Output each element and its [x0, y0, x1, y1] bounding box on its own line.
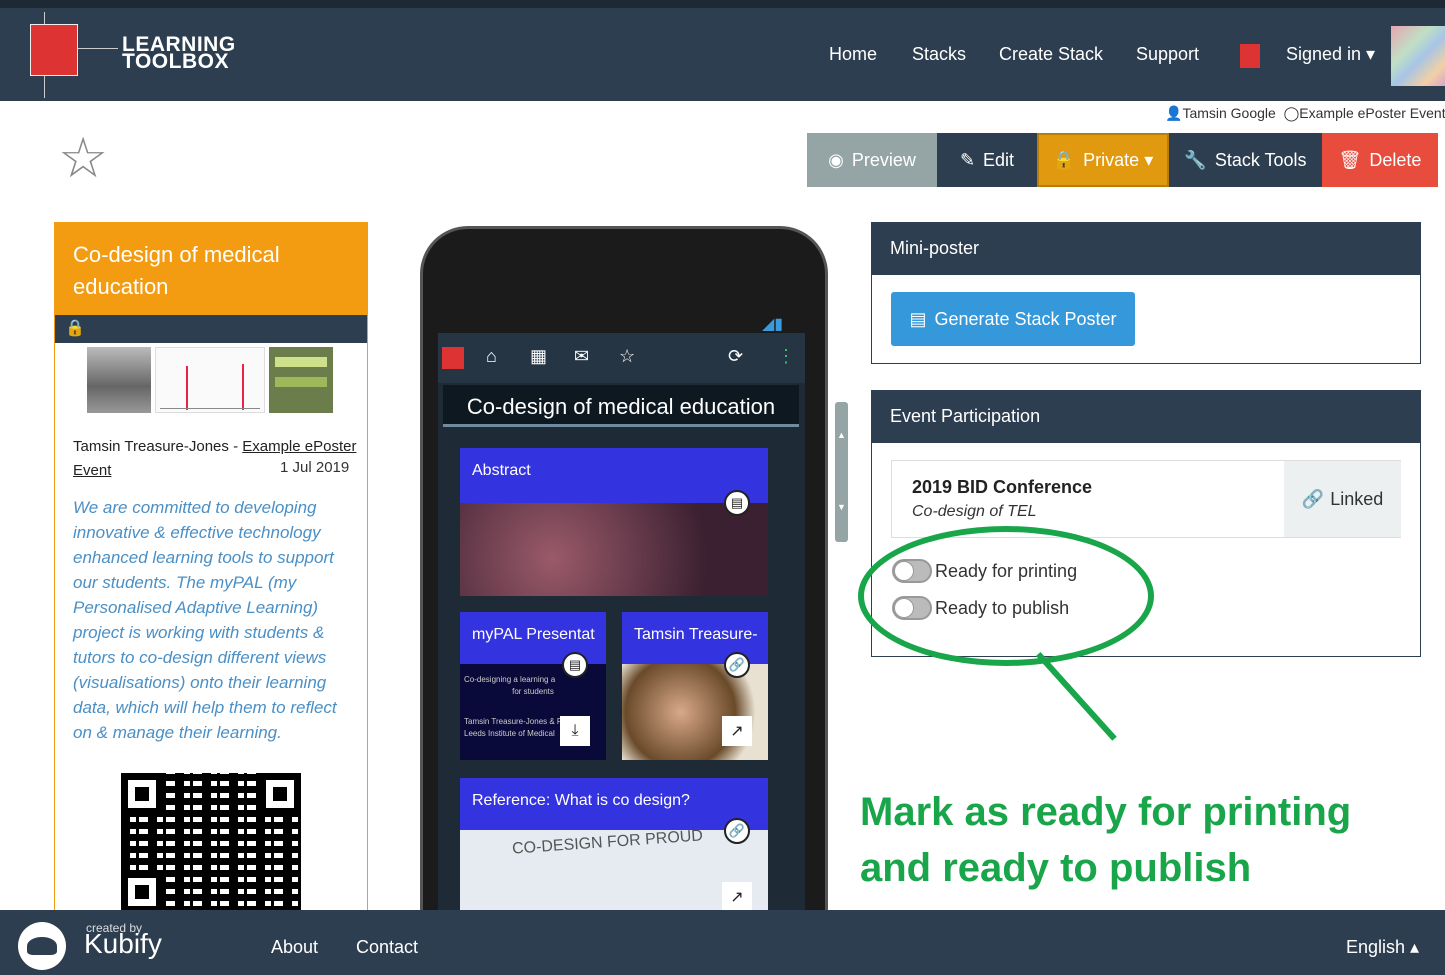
event-name: 2019 BID Conference	[912, 477, 1093, 497]
preview-button[interactable]: ◉ Preview	[807, 133, 937, 187]
link-icon: 🔗	[1301, 488, 1325, 509]
app-logo-text[interactable]: LEARNING TOOLBOX	[122, 34, 236, 73]
external-link-icon[interactable]: ↗	[722, 716, 752, 746]
document-icon: ▤	[724, 490, 750, 516]
edit-label: Edit	[983, 149, 1015, 170]
stack-thumbnails	[87, 347, 337, 413]
annotation-pointer-line	[1036, 651, 1117, 741]
stack-description: We are committed to developing innovativ…	[73, 498, 337, 742]
user-icon: 👤	[1165, 105, 1183, 121]
generate-poster-label: Generate Stack Poster	[934, 308, 1117, 329]
tile-reference-label: Reference: What is co design?	[472, 792, 690, 809]
wrench-icon: 🔧	[1184, 149, 1207, 170]
stack-tools-label: Stack Tools	[1214, 149, 1307, 170]
delete-label: Delete	[1369, 149, 1422, 170]
qr-code[interactable]	[121, 773, 301, 913]
footer	[0, 910, 1445, 975]
edit-button[interactable]: ✎ Edit	[937, 133, 1037, 187]
edit-icon: ✎	[959, 149, 976, 170]
slide-line2: for students	[512, 687, 554, 696]
toolbox-icon[interactable]	[442, 347, 464, 369]
delete-button[interactable]: 🗑 Delete	[1322, 133, 1438, 187]
generate-stack-poster-button[interactable]: ▤ Generate Stack Poster	[891, 292, 1135, 346]
event-item: 2019 BID Conference Co-design of TEL 🔗 Li…	[891, 460, 1401, 538]
qr-finder	[259, 773, 301, 815]
owner-user-name: Tamsin Google	[1182, 105, 1276, 121]
tile-tamsin-label: Tamsin Treasure-	[634, 626, 758, 643]
owner-event-name: Example ePoster Event	[1299, 105, 1445, 121]
qr-icon[interactable]: ▦	[530, 346, 547, 367]
lock-icon: 🔒	[1052, 149, 1076, 170]
toolbox-icon	[1240, 44, 1260, 68]
poster-icon: ▤	[909, 308, 927, 329]
language-selector[interactable]: English ▴	[1346, 937, 1419, 958]
lock-icon: 🔒	[65, 320, 85, 337]
mail-icon[interactable]: ✉	[574, 346, 589, 367]
tile-abstract[interactable]: Abstract ▤	[460, 448, 768, 596]
link-icon: 🔗	[724, 652, 750, 678]
nav-support-link[interactable]: Support	[1136, 44, 1199, 65]
star-icon[interactable]: ☆	[619, 346, 635, 367]
learning-toolbox-logo-icon[interactable]	[30, 24, 78, 76]
logo-circuit-line	[78, 48, 118, 49]
qr-finder	[121, 773, 163, 815]
eye-icon: ◉	[828, 149, 844, 170]
user-avatar[interactable]	[1391, 26, 1445, 86]
nav-create-stack-link[interactable]: Create Stack	[999, 44, 1103, 65]
event-circle-icon: ◯	[1279, 105, 1300, 121]
event-participation-heading: Event Participation	[872, 391, 1420, 443]
tile-mypal-presentation[interactable]: myPAL Presentat Co-designing a learning …	[460, 612, 606, 760]
kubify-brand[interactable]: Kubify	[84, 928, 162, 960]
link-icon: 🔗	[724, 818, 750, 844]
thumbnail-chart	[155, 347, 265, 413]
external-link-icon[interactable]: ↗	[722, 882, 752, 910]
annotation-ellipse	[858, 526, 1154, 666]
mini-poster-heading: Mini-poster	[872, 223, 1420, 275]
more-vertical-icon[interactable]: ⋮	[777, 346, 795, 367]
private-label: Private ▾	[1083, 149, 1154, 170]
stack-tools-button[interactable]: 🔧 Stack Tools	[1169, 133, 1322, 187]
cartoon-text: CO-DESIGN FOR PROUD	[511, 827, 704, 858]
thumbnail-screenshot	[269, 347, 333, 413]
download-icon[interactable]: ⤓	[560, 716, 590, 746]
thumbnail-photo	[87, 347, 151, 413]
footer-contact-link[interactable]: Contact	[356, 937, 418, 958]
favourite-star-icon[interactable]: ☆	[58, 130, 108, 186]
author-name: Tamsin Treasure-Jones -	[73, 438, 243, 455]
private-dropdown-button[interactable]: 🔒 Private ▾	[1037, 133, 1169, 187]
tile-reference[interactable]: Reference: What is co design? CO-DESIGN …	[460, 778, 768, 910]
app-name-line2: TOOLBOX	[122, 50, 229, 73]
document-icon: ▤	[562, 652, 588, 678]
preview-resize-handle[interactable]: ▲ ▼	[835, 402, 848, 542]
footer-about-link[interactable]: About	[271, 937, 318, 958]
signed-in-dropdown[interactable]: Signed in ▾	[1286, 44, 1375, 65]
tile-abstract-label: Abstract	[472, 462, 531, 479]
annotation-line2: and ready to publish	[860, 846, 1252, 890]
stack-card-lock-bar: 🔒	[55, 315, 367, 343]
event-subtitle: Co-design of TEL	[912, 503, 1037, 520]
trash-icon: 🗑	[1338, 149, 1362, 170]
typewriter-image	[460, 503, 768, 596]
kubify-logo-icon[interactable]	[18, 922, 66, 970]
nav-stacks-link[interactable]: Stacks	[912, 44, 966, 65]
linked-button[interactable]: 🔗 Linked	[1284, 461, 1401, 537]
phone-stack-title: Co-design of medical education	[443, 385, 799, 427]
qr-finder	[121, 871, 163, 913]
nav-home-link[interactable]: Home	[829, 44, 877, 65]
stack-card: Co-design of medical education 🔒 Tamsin …	[54, 222, 368, 922]
refresh-icon[interactable]: ⟳	[728, 346, 743, 367]
preview-label: Preview	[851, 149, 916, 170]
annotation-text: Mark as ready for printing and ready to …	[860, 784, 1351, 896]
annotation-line1: Mark as ready for printing	[860, 790, 1352, 834]
stack-date: 1 Jul 2019	[280, 459, 350, 476]
home-icon[interactable]: ⌂	[486, 346, 497, 367]
tile-mypal-label: myPAL Presentat	[472, 626, 595, 643]
tile-tamsin-treasure[interactable]: Tamsin Treasure- 🔗 ↗	[622, 612, 768, 760]
signal-battery-icon: ◢▮	[762, 316, 784, 333]
stack-owner-line: 👤Tamsin Google ◯Example ePoster Event	[1165, 105, 1445, 122]
linked-label: Linked	[1330, 488, 1384, 509]
stack-card-title[interactable]: Co-design of medical education	[55, 223, 367, 315]
